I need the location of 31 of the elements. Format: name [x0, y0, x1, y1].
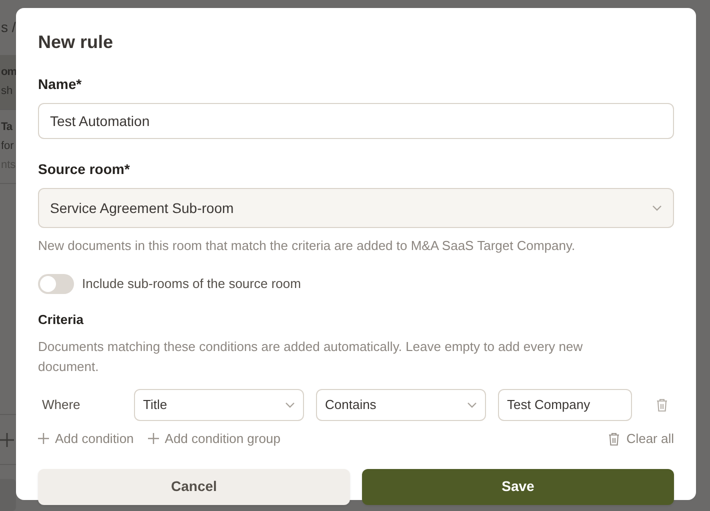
- value-field[interactable]: Test Company: [498, 389, 632, 421]
- toggle-switch[interactable]: [38, 274, 74, 294]
- section-description: Documents matching these conditions are added automatically. Leave empty to add every new document.: [38, 338, 584, 376]
- cancel-button[interactable]: Cancel: [38, 468, 350, 504]
- add-link[interactable]: Add condition group: [148, 429, 280, 448]
- field-select[interactable]: Title: [134, 389, 304, 421]
- save-button[interactable]: Save: [362, 468, 674, 504]
- section-title: Criteria: [38, 310, 85, 328]
- plus-icon: [38, 433, 49, 444]
- field-label: Source room*: [38, 160, 131, 179]
- condition-prefix: Where: [41, 396, 82, 414]
- chevron-icon: [285, 402, 295, 408]
- text-field[interactable]: Test Automation: [38, 103, 674, 139]
- chevron-icon: [652, 205, 662, 211]
- item-title: Ta: [1, 120, 12, 135]
- trash-icon: [608, 432, 620, 446]
- select-field[interactable]: Service Agreement Sub-room: [38, 188, 674, 228]
- help-text: New documents in this room that match the criteria are added to M&A SaaS Target Company.: [38, 237, 576, 255]
- operator-select[interactable]: Contains: [316, 389, 486, 421]
- field-label: Name*: [38, 75, 83, 94]
- panel: [0, 479, 16, 511]
- breadcrumb-text: s /: [1, 18, 16, 37]
- toggle-label: Include sub-rooms of the source room: [82, 274, 301, 293]
- clear-all-link[interactable]: Clear all: [608, 429, 674, 448]
- add-link[interactable]: Add condition: [38, 429, 134, 448]
- delete-icon[interactable]: [656, 398, 668, 412]
- item-subtitle: for: [1, 139, 14, 154]
- plus-icon: [148, 433, 159, 444]
- chevron-icon: [467, 402, 477, 408]
- dialog-title: New rule: [38, 31, 114, 54]
- plus-icon: [0, 432, 14, 446]
